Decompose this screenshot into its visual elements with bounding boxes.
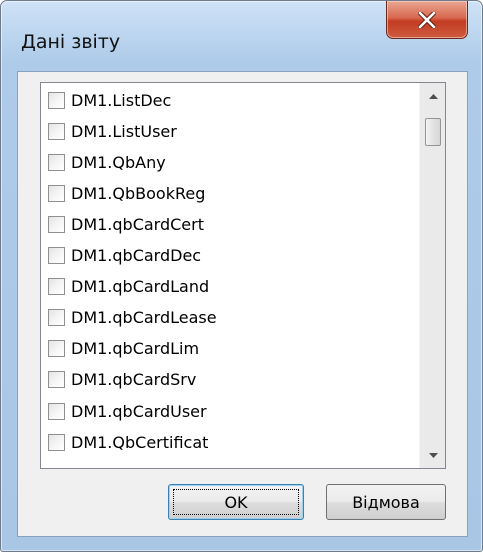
item-checkbox[interactable] <box>48 122 65 140</box>
list-item[interactable]: DM1.qbCardCert <box>41 209 419 239</box>
scroll-up-button[interactable] <box>420 83 445 109</box>
list-item[interactable]: DM1.QbBookReg <box>41 178 419 208</box>
item-checkbox[interactable] <box>48 402 65 420</box>
dialog-window: Дані звіту DM1.ListDec DM1.ListUser DM1.Qb… <box>0 0 483 552</box>
item-checkbox[interactable] <box>48 247 65 264</box>
item-checkbox[interactable] <box>48 91 65 109</box>
item-label: DM1.QbAny <box>71 152 166 172</box>
item-label: DM1.ListUser <box>71 121 177 141</box>
scroll-thumb[interactable] <box>425 118 441 146</box>
list-item[interactable]: DM1.ListDec <box>41 85 419 115</box>
list-item[interactable]: DM1.ListUser <box>41 116 419 146</box>
list-item[interactable]: DM1.qbCardDec <box>41 241 419 271</box>
item-label: DM1.qbCardLease <box>71 308 217 328</box>
scroll-down-arrow-icon <box>428 452 438 458</box>
list-item[interactable]: DM1.qbCardLease <box>41 303 419 333</box>
item-label: DM1.qbCardSrv <box>71 370 197 390</box>
window-title: Дані звіту <box>21 31 121 53</box>
item-label: DM1.qbCardCert <box>71 214 204 234</box>
scroll-up-arrow-icon <box>428 93 438 99</box>
item-label: DM1.qbCardDec <box>71 246 202 265</box>
focus-rectangle <box>173 489 299 515</box>
list-item[interactable]: DM1.QbAny <box>41 147 419 177</box>
item-checkbox[interactable] <box>48 433 65 451</box>
item-checkbox[interactable] <box>48 371 65 389</box>
item-checkbox[interactable] <box>48 309 65 327</box>
item-label: DM1.qbCardLand <box>71 277 210 297</box>
list-item[interactable]: DM1.qbCardSrv <box>41 365 419 395</box>
item-checkbox[interactable] <box>48 278 65 296</box>
ok-button[interactable]: OK <box>168 484 304 520</box>
item-checkbox[interactable] <box>48 215 65 233</box>
vertical-scrollbar[interactable] <box>419 83 445 468</box>
list-item[interactable]: DM1.qbCardUser <box>41 396 419 426</box>
item-label: DM1.qbCardUser <box>71 401 207 421</box>
checklist-items: DM1.ListDec DM1.ListUser DM1.QbAny DM1.QbBo… <box>41 83 419 468</box>
dialog-client-area: DM1.ListDec DM1.ListUser DM1.QbAny DM1.QbBo… <box>17 71 468 537</box>
item-label: DM1.qbCardLim <box>71 339 200 359</box>
close-x-icon <box>418 11 436 28</box>
title-bar[interactable]: Дані звіту <box>1 1 482 71</box>
item-checkbox[interactable] <box>48 184 65 202</box>
close-button[interactable] <box>386 1 468 39</box>
list-item[interactable]: DM1.qbCardLand <box>41 272 419 302</box>
cancel-button[interactable]: Відмова <box>326 484 446 520</box>
item-checkbox[interactable] <box>48 153 65 171</box>
list-item[interactable]: DM1.QbCertificat <box>41 427 419 457</box>
item-label: DM1.ListDec <box>71 90 172 110</box>
report-data-checklist[interactable]: DM1.ListDec DM1.ListUser DM1.QbAny DM1.QbBo… <box>40 82 446 469</box>
list-item[interactable]: DM1.qbCardLim <box>41 334 419 364</box>
item-checkbox[interactable] <box>48 340 65 358</box>
cancel-button-label: Відмова <box>352 492 420 512</box>
item-label: DM1.QbBookReg <box>71 183 206 203</box>
scroll-down-button[interactable] <box>420 442 445 468</box>
item-label: DM1.QbCertificat <box>71 432 209 452</box>
